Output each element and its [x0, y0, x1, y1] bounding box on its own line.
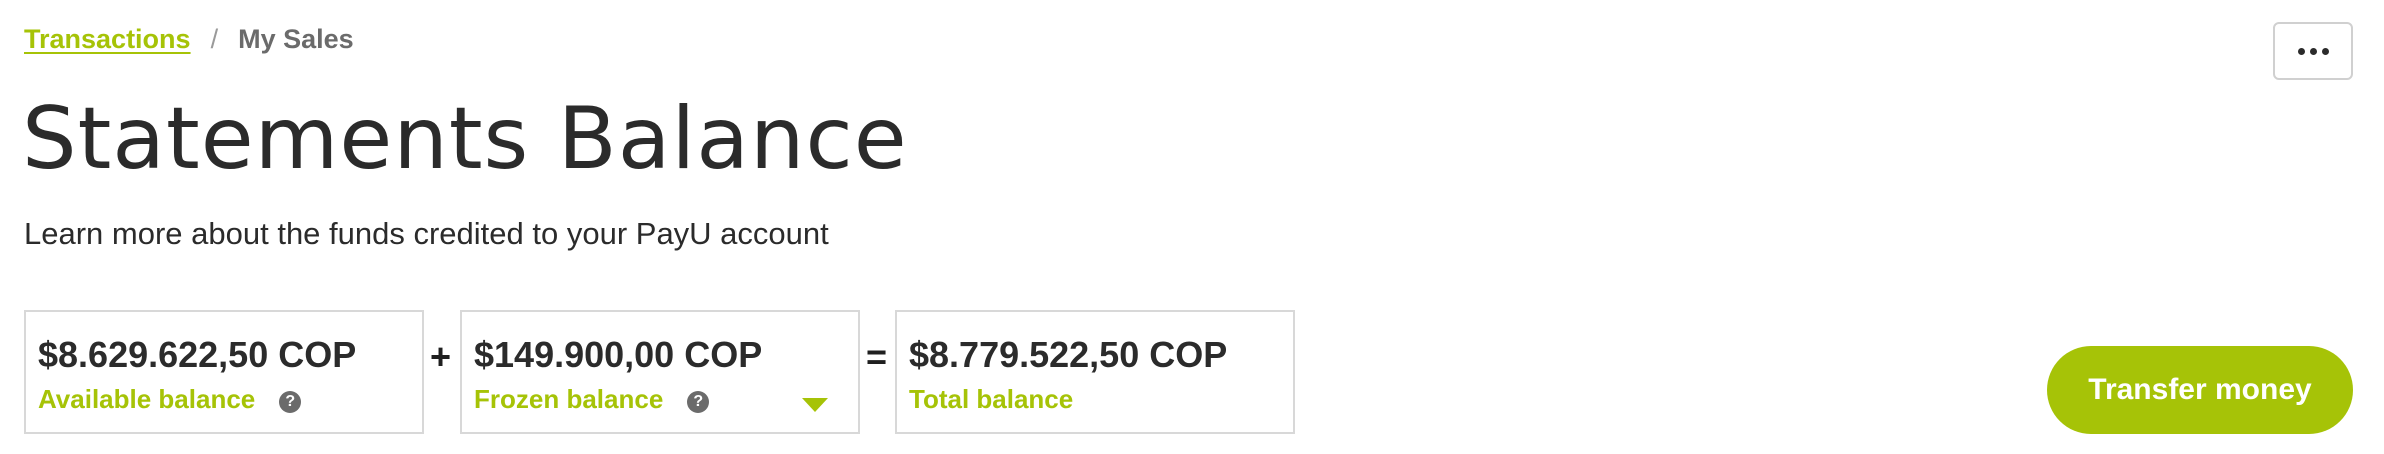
available-balance-amount: $8.629.622,50 COP: [38, 334, 357, 375]
total-balance-amount: $8.779.522,50 COP: [909, 334, 1228, 375]
more-horizontal-icon: [2297, 47, 2329, 55]
page-subtitle: Learn more about the funds credited to y…: [24, 216, 829, 251]
frozen-balance-amount: $149.900,00 COP: [474, 334, 763, 375]
breadcrumb-current: My Sales: [238, 24, 354, 54]
available-balance-label-row: Available balance?: [38, 384, 302, 415]
page-title: Statements Balance: [22, 89, 908, 189]
frozen-balance-card[interactable]: $149.900,00 COP Frozen balance?: [460, 310, 860, 434]
frozen-balance-label-row: Frozen balance?: [474, 384, 710, 415]
total-balance-label: Total balance: [909, 384, 1074, 414]
breadcrumb: Transactions / My Sales: [24, 24, 354, 55]
frozen-balance-label: Frozen balance: [474, 384, 664, 414]
equals-operator: =: [866, 336, 888, 377]
transfer-money-button[interactable]: Transfer money: [2047, 346, 2353, 434]
question-circle-icon[interactable]: ?: [687, 391, 710, 413]
caret-down-icon[interactable]: [802, 398, 828, 412]
question-circle-icon[interactable]: ?: [279, 391, 302, 413]
more-options-button[interactable]: [2273, 22, 2353, 80]
breadcrumb-separator: /: [210, 24, 219, 54]
breadcrumb-link-transactions[interactable]: Transactions: [24, 24, 191, 55]
available-balance-card: $8.629.622,50 COP Available balance?: [24, 310, 424, 434]
available-balance-label: Available balance: [38, 384, 256, 414]
plus-operator: +: [430, 336, 452, 377]
total-balance-card: $8.779.522,50 COP Total balance: [895, 310, 1295, 434]
